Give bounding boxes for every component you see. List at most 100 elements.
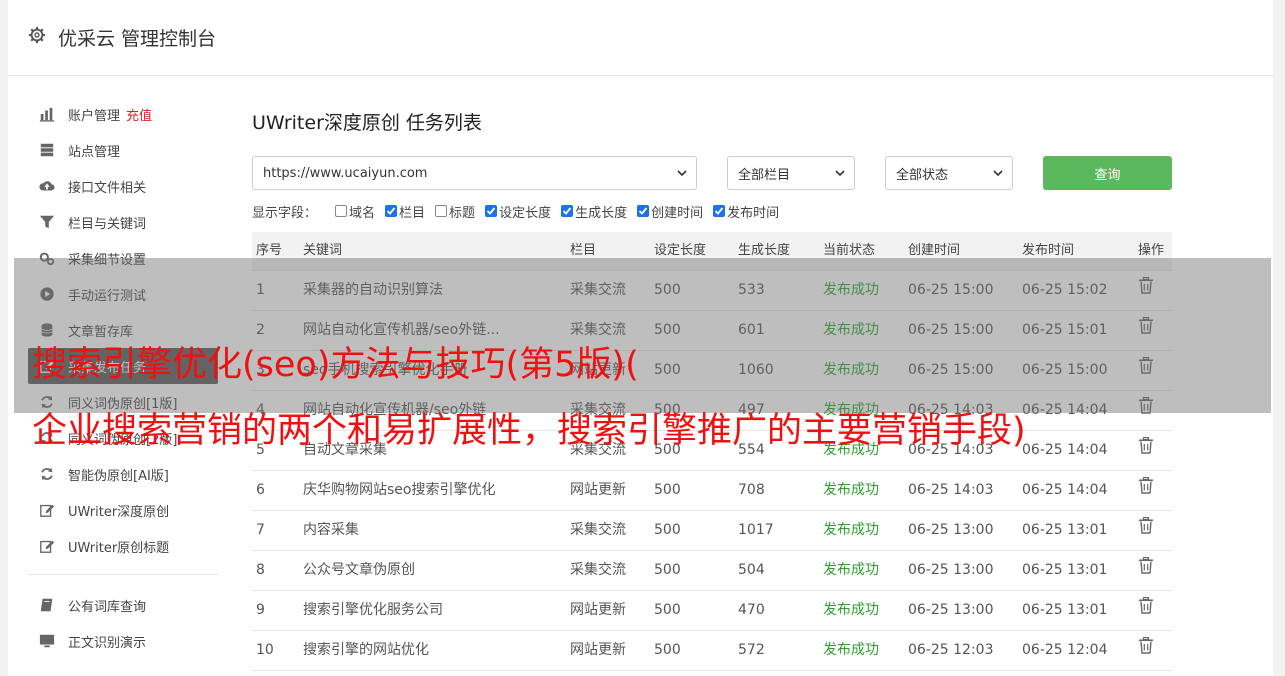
sidebar-item[interactable]: 智能伪原创[AI版] xyxy=(28,456,218,492)
table-cell: 搜索引擎的网站优化 xyxy=(303,642,429,658)
table-cell: 708 xyxy=(738,482,765,498)
checkbox-checked-icon xyxy=(637,205,650,217)
sidebar-item-label: 栏目与关键词 xyxy=(68,216,147,232)
sidebar-item[interactable]: UWriter原创标题 xyxy=(28,528,218,564)
field-checkbox-label: 栏目 xyxy=(399,205,426,221)
field-checkbox[interactable]: 标题 xyxy=(435,202,475,221)
table-cell: 采集交流 xyxy=(570,562,626,578)
edit-icon xyxy=(38,537,56,555)
field-checkbox-label: 发布时间 xyxy=(727,205,780,221)
status-badge: 发布成功 xyxy=(823,522,879,538)
trash-icon[interactable] xyxy=(1138,511,1154,534)
sidebar-item[interactable]: 站点管理 xyxy=(28,132,218,168)
sidebar-item-label: 智能伪原创[AI版] xyxy=(68,468,169,484)
table-cell: 10 xyxy=(256,642,274,658)
table-cell: 500 xyxy=(654,642,681,658)
cloud-upload-icon xyxy=(38,177,56,195)
checkbox-checked-icon xyxy=(561,205,574,217)
sidebar-item[interactable]: UWriter深度原创 xyxy=(28,492,218,528)
field-checkbox-label: 生成长度 xyxy=(575,205,628,221)
field-checkbox-label: 标题 xyxy=(449,205,476,221)
main-title: UWriter深度原创 任务列表 xyxy=(252,112,482,134)
checkbox-checked-icon xyxy=(485,205,498,217)
display-fields: 显示字段： 域名 栏目 标题 设定长度 生成长度 创建时间 发布时间 xyxy=(252,202,789,221)
table-cell: 6 xyxy=(256,482,265,498)
table-cell: 06-25 12:03 xyxy=(908,642,994,658)
site-select-value: https://www.ucaiyun.com xyxy=(263,165,428,181)
status-select[interactable]: 全部状态 xyxy=(885,156,1013,190)
table-cell: 572 xyxy=(738,642,765,658)
checkbox-unchecked-icon xyxy=(335,205,348,217)
checkbox-checked-icon xyxy=(385,205,398,217)
status-badge: 发布成功 xyxy=(823,602,879,618)
sidebar-item-label: 正文识别演示 xyxy=(68,635,147,651)
site-select[interactable]: https://www.ucaiyun.com xyxy=(252,156,697,190)
table-cell: 网站更新 xyxy=(570,602,626,618)
chevron-down-icon xyxy=(835,170,845,177)
sidebar-item-label: 公有词库查询 xyxy=(68,599,147,615)
sidebar-item-label: 账户管理 xyxy=(68,108,121,124)
trash-icon[interactable] xyxy=(1138,431,1154,454)
refresh-icon xyxy=(38,465,56,483)
field-checkbox[interactable]: 发布时间 xyxy=(713,202,779,221)
table-cell: 504 xyxy=(738,562,765,578)
table-cell: 采集交流 xyxy=(570,522,626,538)
table-cell: 搜索引擎优化服务公司 xyxy=(303,602,443,618)
table-cell: 8 xyxy=(256,562,265,578)
field-checkbox-label: 域名 xyxy=(349,205,376,221)
field-checkbox[interactable]: 域名 xyxy=(335,202,375,221)
table-cell: 06-25 13:01 xyxy=(1022,522,1108,538)
app-header: 优采云 管理控制台 xyxy=(8,0,1273,76)
status-badge: 发布成功 xyxy=(823,562,879,578)
column-select-value: 全部栏目 xyxy=(738,167,791,183)
field-checkbox[interactable]: 生成长度 xyxy=(561,202,627,221)
table-cell: 9 xyxy=(256,602,265,618)
field-checkbox[interactable]: 栏目 xyxy=(385,202,425,221)
status-badge: 发布成功 xyxy=(823,482,879,498)
monitor-icon xyxy=(38,632,56,650)
page-title: 优采云 管理控制台 xyxy=(58,28,217,50)
table-cell: 06-25 14:03 xyxy=(908,482,994,498)
table-cell: 1017 xyxy=(738,522,774,538)
table-cell: 06-25 14:04 xyxy=(1022,482,1108,498)
edit-icon xyxy=(38,501,56,519)
field-checkbox[interactable]: 创建时间 xyxy=(637,202,703,221)
field-checkbox-label: 设定长度 xyxy=(499,205,552,221)
table-cell: 06-25 13:01 xyxy=(1022,602,1108,618)
overlay-text-line2: 企业搜索营销的两个和易扩展性，搜索引擎推广的主要营销手段) xyxy=(32,411,1026,451)
table-cell: 500 xyxy=(654,562,681,578)
trash-icon[interactable] xyxy=(1138,551,1154,574)
sidebar-item[interactable]: 接口文件相关 xyxy=(28,168,218,204)
field-checkbox[interactable]: 设定长度 xyxy=(485,202,551,221)
table-cell: 网站更新 xyxy=(570,642,626,658)
trash-icon[interactable] xyxy=(1138,471,1154,494)
checkbox-unchecked-icon xyxy=(435,205,448,217)
status-select-value: 全部状态 xyxy=(896,167,949,183)
table-cell: 06-25 13:01 xyxy=(1022,562,1108,578)
query-button[interactable]: 查询 xyxy=(1043,156,1172,190)
gear-icon xyxy=(28,26,46,44)
table-row: 10 搜索引擎的网站优化 网站更新 500 572 发布成功 06-25 12:03 06-2… xyxy=(252,631,1172,671)
table-cell: 06-25 12:04 xyxy=(1022,642,1108,658)
table-cell: 7 xyxy=(256,522,265,538)
display-fields-label: 显示字段： xyxy=(252,205,318,221)
table-row: 6 庆华购物网站seo搜索引擎优化 网站更新 500 708 发布成功 06-25 14:0… xyxy=(252,471,1172,511)
sidebar-item-label: UWriter深度原创 xyxy=(68,504,170,520)
column-select[interactable]: 全部栏目 xyxy=(727,156,855,190)
recharge-link[interactable]: 充值 xyxy=(126,105,152,124)
table-cell: 500 xyxy=(654,602,681,618)
trash-icon[interactable] xyxy=(1138,631,1154,654)
sidebar-item[interactable]: 公有词库查询 xyxy=(28,587,218,623)
bar-chart-icon xyxy=(38,105,56,123)
table-cell: 06-25 13:00 xyxy=(908,522,994,538)
table-cell: 公众号文章伪原创 xyxy=(303,562,415,578)
sidebar-item[interactable]: 账户管理 充值 xyxy=(28,96,218,132)
server-icon xyxy=(38,141,56,159)
table-row: 7 内容采集 采集交流 500 1017 发布成功 06-25 13:00 06-25 13:… xyxy=(252,511,1172,551)
sidebar-item[interactable]: 栏目与关键词 xyxy=(28,204,218,240)
table-cell: 500 xyxy=(654,522,681,538)
trash-icon[interactable] xyxy=(1138,591,1154,614)
sidebar-item-label: 站点管理 xyxy=(68,144,121,160)
sidebar-item[interactable]: 正文识别演示 xyxy=(28,623,218,659)
chevron-down-icon xyxy=(677,170,687,177)
